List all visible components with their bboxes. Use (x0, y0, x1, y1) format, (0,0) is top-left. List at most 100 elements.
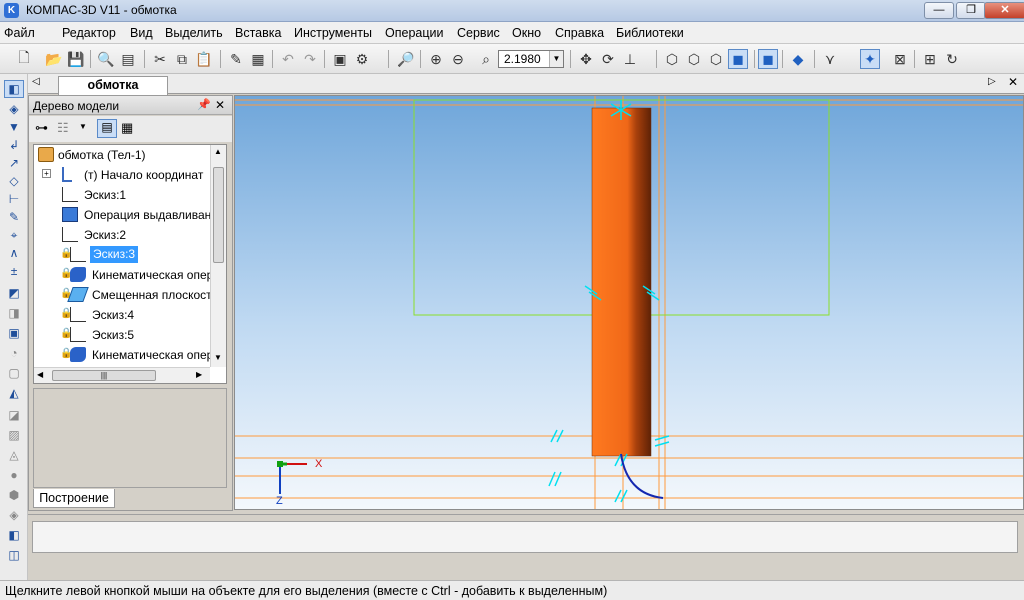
menu-service[interactable]: Сервис (457, 26, 500, 40)
hidden-thin-icon[interactable]: ⬡ (706, 49, 726, 69)
tool-dimensions-icon[interactable]: ⊢ (4, 190, 24, 208)
zoom-out-icon[interactable]: ⊖ (448, 49, 468, 69)
manager-icon[interactable]: ▦ (248, 49, 268, 69)
filter-icon[interactable]: ⋎ (820, 49, 840, 69)
tree-item-sketch-2[interactable]: Эскиз:2 (34, 225, 210, 245)
save-icon[interactable]: 💾 (66, 49, 86, 69)
tree-item-root[interactable]: обмотка (Тел-1) (34, 145, 210, 165)
shaded-icon[interactable]: ◼ (728, 49, 748, 69)
tree-item-sketch-4[interactable]: 🔒 Эскиз:4 (34, 305, 210, 325)
tool-geometry-icon[interactable]: ◇ (4, 172, 24, 190)
close-button[interactable]: ✕ (984, 2, 1024, 19)
tree-horizontal-scrollbar[interactable]: ◀ ||| ▶ (34, 367, 210, 383)
dimension-icon[interactable]: ⊠ (890, 49, 910, 69)
tool-selection-icon[interactable]: ⌖ (4, 226, 24, 244)
tree-item-kinematic-2[interactable]: 🔒 Кинематическая операция (34, 345, 226, 365)
properties-icon[interactable]: ✎ (226, 49, 246, 69)
expand-icon[interactable]: + (42, 169, 51, 178)
menu-libraries[interactable]: Библиотеки (616, 26, 684, 40)
tool-editing-icon[interactable]: ◧ (4, 80, 24, 98)
tool-spatial-curves-icon[interactable]: ◈ (4, 100, 24, 118)
redo-icon[interactable]: ↷ (300, 49, 320, 69)
undo-icon[interactable]: ↶ (278, 49, 298, 69)
op-section-icon[interactable]: ◪ (4, 406, 24, 424)
scroll-down-icon[interactable]: ▼ (214, 353, 222, 362)
tool-measure-icon[interactable]: ✎ (4, 208, 24, 226)
tree-history-icon[interactable]: ▦ (121, 120, 133, 136)
op-assembly-icon[interactable]: ◧ (4, 526, 24, 544)
open-icon[interactable]: 📂 (44, 49, 64, 69)
scroll-left-icon[interactable]: ◀ (37, 370, 43, 379)
tree-view-icon[interactable]: ☷ (57, 120, 69, 136)
parameters-icon[interactable]: ⚙ (352, 49, 372, 69)
tree-close-icon[interactable]: ✕ (215, 98, 225, 112)
zoom-window-icon[interactable]: 🔎 (396, 49, 416, 69)
tree-item-sketch-1[interactable]: Эскиз:1 (34, 185, 210, 205)
menu-window[interactable]: Окно (512, 26, 541, 40)
menu-view[interactable]: Вид (130, 26, 153, 40)
tab-scroll-right-icon[interactable]: ▷ (988, 76, 996, 87)
tree-item-kinematic-1[interactable]: 🔒 Кинематическая операция (34, 265, 226, 285)
wireframe-icon[interactable]: ⬡ (662, 49, 682, 69)
print-icon[interactable]: ▤ (118, 49, 138, 69)
op-rotate-icon[interactable]: ◨ (4, 304, 24, 322)
menu-operations[interactable]: Операции (385, 26, 443, 40)
model-viewport[interactable]: X Z (234, 95, 1024, 510)
maximize-button[interactable]: ❐ (956, 2, 986, 19)
op-chamfer-icon[interactable]: ◬ (4, 446, 24, 464)
shaded-edges-icon[interactable]: ◼ (758, 49, 778, 69)
zoom-in-icon[interactable]: ⊕ (426, 49, 446, 69)
pan-icon[interactable]: ✥ (576, 49, 596, 69)
zoom-field[interactable]: 2.1980 ▼ (498, 50, 564, 68)
snap-icon[interactable]: ✦ (860, 49, 880, 69)
tree-item-sketch-5[interactable]: 🔒 Эскиз:5 (34, 325, 210, 345)
calc-icon[interactable]: ⊞ (920, 49, 940, 69)
cut-icon[interactable]: ✂ (150, 49, 170, 69)
menu-edit[interactable]: Редактор (62, 26, 116, 40)
chevron-down-icon[interactable]: ▼ (549, 51, 563, 67)
rotate-icon[interactable]: ⟳ (598, 49, 618, 69)
tab-build[interactable]: Построение (33, 489, 115, 508)
tree-vscroll-thumb[interactable] (213, 167, 224, 263)
op-array-icon[interactable]: ◫ (4, 546, 24, 564)
op-fillet-icon[interactable]: ▨ (4, 426, 24, 444)
orientation-icon[interactable]: ⊥ (620, 49, 640, 69)
menu-tools[interactable]: Инструменты (294, 26, 372, 40)
scroll-right-icon[interactable]: ▶ (196, 370, 202, 379)
scroll-up-icon[interactable]: ▲ (214, 147, 222, 156)
tree-hscroll-thumb[interactable]: ||| (52, 370, 156, 381)
hidden-lines-icon[interactable]: ⬡ (684, 49, 704, 69)
menu-help[interactable]: Справка (555, 26, 604, 40)
tree-toggle-icon[interactable]: ▣ (330, 49, 350, 69)
tree-vertical-scrollbar[interactable]: ▲ ▼ (210, 145, 226, 367)
tree-structure-icon[interactable]: ⊶ (35, 120, 48, 136)
copy-icon[interactable]: ⧉ (172, 49, 192, 69)
chevron-down-icon[interactable]: ▼ (79, 122, 87, 131)
menu-select[interactable]: Выделить (165, 26, 223, 40)
tool-surfaces-icon[interactable]: ↲ (4, 136, 24, 154)
minimize-button[interactable]: — (924, 2, 954, 19)
pin-icon[interactable]: 📌 (197, 98, 211, 111)
tool-constraints-icon[interactable]: ∧ (4, 244, 24, 262)
tree-item-offset-plane[interactable]: 🔒 Смещенная плоскость (34, 285, 218, 305)
rebuild-icon[interactable]: ↻ (942, 49, 962, 69)
op-cut-icon[interactable]: ▢ (4, 364, 24, 382)
tree-sort-icon[interactable]: ▤ (97, 119, 117, 138)
tree-item-extrude[interactable]: Операция выдавливания (34, 205, 224, 225)
tool-arrays-icon[interactable]: ↗ (4, 154, 24, 172)
op-rib-icon[interactable]: ⬢ (4, 486, 24, 504)
op-loft-icon[interactable]: ◔ (4, 344, 24, 362)
tab-scroll-left-icon[interactable]: ◁ (32, 76, 40, 87)
print-preview-icon[interactable]: 🔍 (96, 49, 116, 69)
op-extrude-icon[interactable]: ◩ (4, 284, 24, 302)
menu-insert[interactable]: Вставка (235, 26, 281, 40)
tree-item-sketch-3[interactable]: 🔒 Эскиз:3 (34, 245, 210, 265)
tab-close-icon[interactable]: ✕ (1008, 75, 1018, 89)
op-shell-icon[interactable]: ● (4, 466, 24, 484)
menu-file[interactable]: Файл (4, 26, 35, 40)
perspective-icon[interactable]: ◆ (788, 49, 808, 69)
tool-filter-icon[interactable]: ▼ (4, 118, 24, 136)
op-sweep-icon[interactable]: ▣ (4, 324, 24, 342)
zoom-fit-icon[interactable]: ⌕ (476, 49, 496, 69)
tool-axis-icon[interactable]: ± (4, 262, 24, 280)
